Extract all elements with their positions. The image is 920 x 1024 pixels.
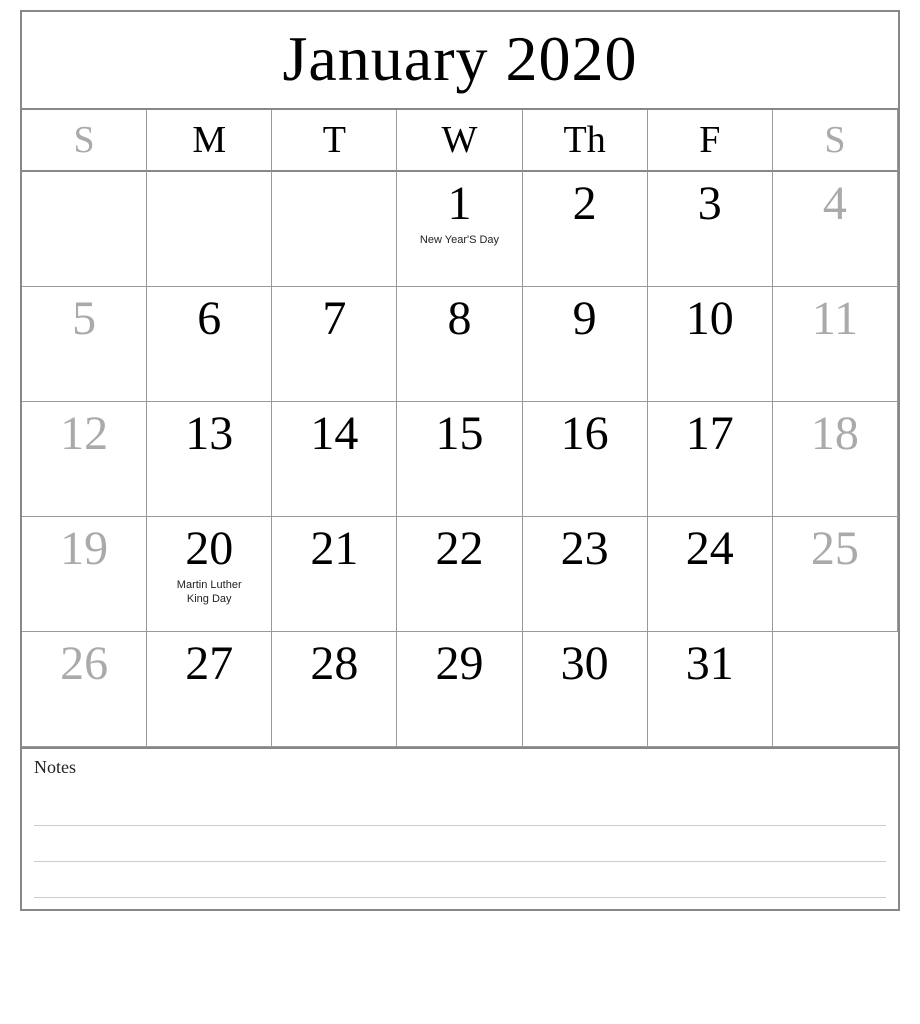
- day-cell-29: 29: [397, 632, 522, 747]
- day-cell-28: 28: [272, 632, 397, 747]
- day-number: 11: [781, 293, 889, 346]
- day-cell-25: 25: [773, 517, 898, 632]
- day-cell-7: 7: [272, 287, 397, 402]
- day-number: 26: [30, 638, 138, 691]
- day-number: 18: [781, 408, 889, 461]
- day-number: 19: [30, 523, 138, 576]
- day-cell-23: 23: [523, 517, 648, 632]
- header-tue: T: [272, 110, 397, 172]
- day-cell-16: 16: [523, 402, 648, 517]
- holiday-label: New Year'S Day: [405, 233, 513, 247]
- day-number: 20: [155, 523, 263, 576]
- day-number: 7: [280, 293, 388, 346]
- day-cell-9: 9: [523, 287, 648, 402]
- header-mon: M: [147, 110, 272, 172]
- day-number: 16: [531, 408, 639, 461]
- day-cell-30: 30: [523, 632, 648, 747]
- notes-line-3[interactable]: [34, 862, 886, 898]
- day-cell: [272, 172, 397, 287]
- day-number: 25: [781, 523, 889, 576]
- day-number: 17: [656, 408, 764, 461]
- day-cell-8: 8: [397, 287, 522, 402]
- day-number: 22: [405, 523, 513, 576]
- day-number: 27: [155, 638, 263, 691]
- day-cell-27: 27: [147, 632, 272, 747]
- day-cell-5: 5: [22, 287, 147, 402]
- day-number: 12: [30, 408, 138, 461]
- day-number: 30: [531, 638, 639, 691]
- day-cell-22: 22: [397, 517, 522, 632]
- day-number: 23: [531, 523, 639, 576]
- day-number: 9: [531, 293, 639, 346]
- calendar-container: January 2020 S M T W Th F S 1 New Year'S…: [20, 10, 900, 911]
- header-fri: F: [648, 110, 773, 172]
- day-number: 13: [155, 408, 263, 461]
- notes-section: Notes: [22, 749, 898, 909]
- calendar-grid: S M T W Th F S 1 New Year'S Day 2 3 4 5 …: [22, 110, 898, 749]
- day-cell-15: 15: [397, 402, 522, 517]
- day-cell-4: 4: [773, 172, 898, 287]
- header-sun: S: [22, 110, 147, 172]
- day-number: 6: [155, 293, 263, 346]
- day-cell-18: 18: [773, 402, 898, 517]
- day-cell: [22, 172, 147, 287]
- day-cell-31: 31: [648, 632, 773, 747]
- day-number: 2: [531, 178, 639, 231]
- day-number: 1: [405, 178, 513, 231]
- day-cell-13: 13: [147, 402, 272, 517]
- day-number: 28: [280, 638, 388, 691]
- header-thu: Th: [523, 110, 648, 172]
- header-sat: S: [773, 110, 898, 172]
- day-cell-1: 1 New Year'S Day: [397, 172, 522, 287]
- day-number: 24: [656, 523, 764, 576]
- day-number: 29: [405, 638, 513, 691]
- notes-line-1[interactable]: [34, 790, 886, 826]
- day-number: 31: [656, 638, 764, 691]
- day-cell-14: 14: [272, 402, 397, 517]
- calendar-title: January 2020: [22, 12, 898, 110]
- notes-label: Notes: [34, 757, 886, 778]
- day-number: 15: [405, 408, 513, 461]
- day-number: 21: [280, 523, 388, 576]
- day-cell-empty: [773, 632, 898, 747]
- notes-line-2[interactable]: [34, 826, 886, 862]
- holiday-label-mlk: Martin LutherKing Day: [155, 578, 263, 607]
- header-wed: W: [397, 110, 522, 172]
- day-number: 5: [30, 293, 138, 346]
- day-number: 10: [656, 293, 764, 346]
- day-cell-12: 12: [22, 402, 147, 517]
- day-cell-2: 2: [523, 172, 648, 287]
- day-cell-21: 21: [272, 517, 397, 632]
- day-number: 8: [405, 293, 513, 346]
- day-number: 14: [280, 408, 388, 461]
- day-number: 4: [781, 178, 889, 231]
- notes-lines: [34, 790, 886, 898]
- day-cell-26: 26: [22, 632, 147, 747]
- day-number: 3: [656, 178, 764, 231]
- day-cell-10: 10: [648, 287, 773, 402]
- day-cell-3: 3: [648, 172, 773, 287]
- day-cell: [147, 172, 272, 287]
- day-cell-6: 6: [147, 287, 272, 402]
- day-cell-19: 19: [22, 517, 147, 632]
- day-cell-20: 20 Martin LutherKing Day: [147, 517, 272, 632]
- day-cell-17: 17: [648, 402, 773, 517]
- day-cell-11: 11: [773, 287, 898, 402]
- day-cell-24: 24: [648, 517, 773, 632]
